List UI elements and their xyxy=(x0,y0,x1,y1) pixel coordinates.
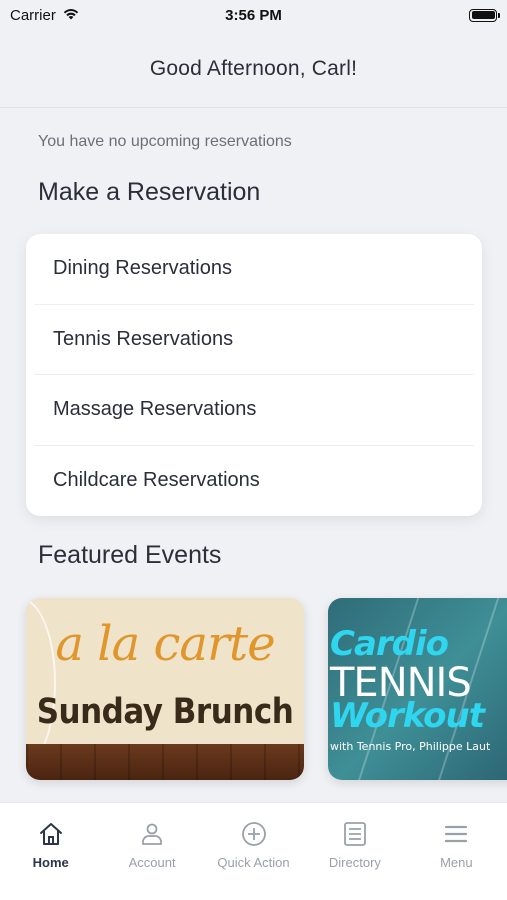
dining-reservations-item[interactable]: Dining Reservations xyxy=(34,234,474,305)
tab-quick-action[interactable]: Quick Action xyxy=(203,803,304,900)
tennis-line-3: Workout xyxy=(330,696,485,736)
tab-quick-action-label: Quick Action xyxy=(217,855,290,870)
header: Good Afternoon, Carl! xyxy=(0,30,507,108)
tab-account-label: Account xyxy=(128,855,176,870)
brunch-wood-banner xyxy=(26,744,304,780)
tab-menu[interactable]: Menu xyxy=(406,803,507,900)
tab-menu-label: Menu xyxy=(440,855,473,870)
tennis-caption: with Tennis Pro, Philippe Laut xyxy=(330,740,491,753)
list-icon xyxy=(344,822,366,846)
brunch-script-title: a la carte xyxy=(55,616,275,672)
massage-reservations-item[interactable]: Massage Reservations xyxy=(34,375,474,446)
tab-home-label: Home xyxy=(32,855,69,870)
featured-events-title: Featured Events xyxy=(38,541,222,569)
greeting-title: Good Afternoon, Carl! xyxy=(149,56,358,80)
carrier-label: Carrier xyxy=(10,6,56,24)
person-icon xyxy=(142,823,163,845)
home-icon xyxy=(39,823,62,845)
tab-account[interactable]: Account xyxy=(101,803,202,900)
event-tennis-card[interactable]: Cardio TENNIS Workout with Tennis Pro, P… xyxy=(328,598,507,780)
tab-bar: Home Account Quick Action Directory Menu xyxy=(0,802,507,900)
tennis-line-1: Cardio xyxy=(330,624,449,664)
no-reservations-message: You have no upcoming reservations xyxy=(38,133,292,150)
hamburger-icon xyxy=(445,825,468,843)
battery-icon xyxy=(469,8,500,22)
status-bar: Carrier 3:56 PM xyxy=(0,0,507,30)
childcare-reservations-item[interactable]: Childcare Reservations xyxy=(34,446,474,517)
tab-directory[interactable]: Directory xyxy=(304,803,405,900)
tab-home[interactable]: Home xyxy=(0,803,101,900)
tab-directory-label: Directory xyxy=(328,855,381,870)
wifi-icon xyxy=(62,6,80,24)
tennis-reservations-item[interactable]: Tennis Reservations xyxy=(34,305,474,375)
reservation-card: Dining Reservations Tennis Reservations … xyxy=(26,234,482,516)
event-brunch-card[interactable]: a la carte Sunday Brunch xyxy=(26,598,304,780)
brunch-subtitle: Sunday Brunch xyxy=(36,691,294,733)
plus-circle-icon xyxy=(241,822,266,846)
status-left: Carrier xyxy=(10,6,80,24)
make-reservation-title: Make a Reservation xyxy=(38,178,261,206)
